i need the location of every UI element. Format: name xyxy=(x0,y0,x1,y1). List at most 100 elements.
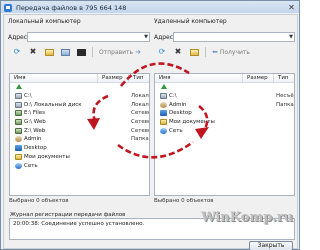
network-drive-icon xyxy=(15,127,22,134)
item-type: Локаль xyxy=(131,93,149,100)
remote-address-label: Адрес xyxy=(154,34,174,41)
column-size[interactable]: Размер xyxy=(242,74,273,82)
folder-up-icon[interactable] xyxy=(60,47,70,57)
remote-rows: C:\ Несъём Admin Папка с Desktop Мои документ… xyxy=(155,83,294,135)
remote-list-header: Имя Размер Тип xyxy=(155,74,294,83)
network-icon xyxy=(160,127,167,134)
item-name: C:\ xyxy=(24,93,32,100)
local-status: Выбрано 0 объектов xyxy=(9,198,69,204)
item-type: Несъём xyxy=(276,93,294,100)
local-list-header: Имя Размер Тип xyxy=(10,74,149,83)
send-button[interactable]: Отправить ➜ xyxy=(99,48,141,56)
local-file-list[interactable]: Имя Размер Тип C:\ЛокальD:\ Локальный ди… xyxy=(9,73,150,196)
receive-arrow-icon: ⬅ xyxy=(212,48,218,56)
chevron-down-icon[interactable]: ▼ xyxy=(289,34,293,40)
toolbar-separator xyxy=(92,47,93,57)
list-item[interactable]: Admin Папка с xyxy=(155,100,294,109)
list-item[interactable]: Мои документы xyxy=(155,118,294,127)
remote-toolbar: ⟳ ✖ ⬅ Получить xyxy=(157,45,250,59)
receive-button[interactable]: ⬅ Получить xyxy=(212,48,250,56)
up-icon xyxy=(15,84,22,90)
window-title: Передача файлов в 795 664 148 xyxy=(16,3,127,12)
list-item[interactable]: E:\ Files Сетево xyxy=(10,109,149,118)
chevron-down-icon[interactable]: ▼ xyxy=(144,34,148,40)
list-item[interactable]: Desktop xyxy=(10,144,149,153)
local-address-label: Адрес xyxy=(8,34,28,41)
list-item[interactable]: Admin Папка с xyxy=(10,135,149,144)
item-type: Локаль xyxy=(131,101,149,108)
network-drive-icon xyxy=(15,110,22,117)
local-pane-label: Локальный компьютер xyxy=(8,18,81,25)
toolbar-separator xyxy=(205,47,206,57)
item-type: Папка с xyxy=(276,101,294,108)
local-rows: C:\ЛокальD:\ Локальный дискЛокальE:\ Fil… xyxy=(10,83,149,170)
item-name: Мои документы xyxy=(24,153,70,160)
new-folder-icon[interactable] xyxy=(189,47,199,57)
refresh-icon[interactable]: ⟳ xyxy=(157,47,167,57)
item-type: Сетево xyxy=(131,110,149,117)
file-transfer-window: Передача файлов в 795 664 148 ✕ Локальны… xyxy=(0,0,300,250)
delete-icon[interactable]: ✖ xyxy=(173,47,183,57)
desktop-view-icon[interactable] xyxy=(76,47,86,57)
column-type[interactable]: Тип xyxy=(273,74,294,82)
new-folder-icon[interactable] xyxy=(44,47,54,57)
column-name[interactable]: Имя xyxy=(155,74,242,82)
user-folder-icon xyxy=(160,101,167,108)
desktop-icon xyxy=(160,110,167,117)
list-item[interactable]: Сеть xyxy=(10,161,149,170)
send-arrow-icon: ➜ xyxy=(135,48,141,56)
item-name: Сеть xyxy=(24,162,38,169)
list-item[interactable]: C:\ Несъём xyxy=(155,92,294,101)
item-name: D:\ Локальный диск xyxy=(24,101,82,108)
remote-status: Выбрано 0 объектов xyxy=(154,198,214,204)
receive-button-label: Получить xyxy=(219,48,250,56)
item-name: G:\ Web xyxy=(24,119,46,126)
delete-icon[interactable]: ✖ xyxy=(28,47,38,57)
item-name: Z:\ Web xyxy=(24,127,46,134)
list-item[interactable] xyxy=(155,83,294,92)
item-name: Desktop xyxy=(169,110,192,117)
item-name: Desktop xyxy=(24,145,47,152)
desktop-icon xyxy=(15,145,22,152)
item-type: Папка с xyxy=(131,136,149,143)
list-item[interactable]: D:\ Локальный диск Локаль xyxy=(10,100,149,109)
list-item[interactable]: Desktop xyxy=(155,109,294,118)
column-name[interactable]: Имя xyxy=(10,74,97,82)
item-name: Мои документы xyxy=(169,119,215,126)
item-type: Сетево xyxy=(131,127,149,134)
documents-icon xyxy=(160,119,167,126)
local-address-field[interactable]: ▼ xyxy=(27,32,150,42)
item-name: C:\ xyxy=(169,93,177,100)
log-entry: 20:00:38: Соединение успешно установлено… xyxy=(13,221,145,227)
remote-pane-label: Удаленный компьютер xyxy=(154,18,227,25)
list-item[interactable]: Сеть xyxy=(155,126,294,135)
drive-icon xyxy=(160,93,167,100)
local-toolbar: ⟳ ✖ Отправить ➜ xyxy=(12,45,141,59)
item-name: Сеть xyxy=(169,127,183,134)
item-name: Admin xyxy=(169,101,187,108)
list-item[interactable]: Мои документы xyxy=(10,153,149,162)
list-item[interactable]: G:\ Web Сетево xyxy=(10,118,149,127)
item-name: E:\ Files xyxy=(24,110,45,117)
winkomp-watermark: WinKomp.ru xyxy=(201,210,294,225)
column-type[interactable]: Тип xyxy=(128,74,149,82)
network-drive-icon xyxy=(15,119,22,126)
user-folder-icon xyxy=(15,136,22,143)
list-item[interactable]: C:\ Локаль xyxy=(10,92,149,101)
teamviewer-app-icon xyxy=(4,3,12,12)
list-item[interactable]: Z:\ Web Сетево xyxy=(10,126,149,135)
window-close-button[interactable]: ✕ xyxy=(287,3,296,12)
drive-icon xyxy=(15,101,22,108)
network-icon xyxy=(15,162,22,169)
remote-file-list[interactable]: Имя Размер Тип C:\ Несъём Admin Папка с Desk… xyxy=(154,73,295,196)
column-size[interactable]: Размер xyxy=(97,74,128,82)
list-item[interactable] xyxy=(10,83,149,92)
up-icon xyxy=(160,84,167,90)
item-name: Admin xyxy=(24,136,42,143)
remote-address-field[interactable]: ▼ xyxy=(173,32,295,42)
item-type: Сетево xyxy=(131,119,149,126)
send-button-label: Отправить xyxy=(99,48,134,56)
close-button[interactable]: Закрыть xyxy=(249,241,293,250)
refresh-icon[interactable]: ⟳ xyxy=(12,47,22,57)
drive-icon xyxy=(15,93,22,100)
